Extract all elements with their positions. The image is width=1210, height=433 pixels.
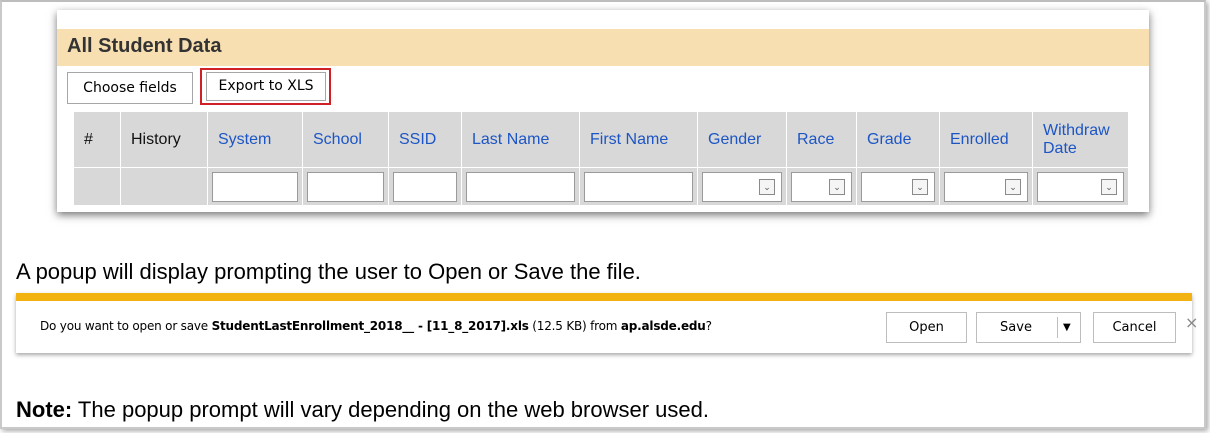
note-body: The popup prompt will vary depending on … <box>72 397 709 422</box>
download-file-name: StudentLastEnrollment_2018__ - [11_8_201… <box>211 319 529 333</box>
column-header-ssid[interactable]: SSID <box>388 111 462 168</box>
system-filter-input[interactable] <box>212 171 298 202</box>
filter-cell <box>388 167 462 206</box>
column-header-enrolled[interactable]: Enrolled <box>939 111 1033 168</box>
school-filter-input[interactable] <box>307 171 384 202</box>
table-header-row: # History System School SSID Last Name F… <box>73 111 1129 168</box>
filter-cell: ⌄ <box>939 167 1033 206</box>
filter-cell-empty <box>120 167 208 206</box>
table-filter-row: ⌄ ⌄ ⌄ ⌄ ⌄ <box>73 167 1129 206</box>
grade-filter-select[interactable]: ⌄ <box>861 171 935 202</box>
save-button-label: Save <box>1000 320 1032 335</box>
choose-fields-button[interactable]: Choose fields <box>67 72 193 104</box>
column-header-first-name[interactable]: First Name <box>579 111 698 168</box>
gender-filter-select[interactable]: ⌄ <box>702 171 782 202</box>
column-header-history: History <box>120 111 208 168</box>
note-label: Note: <box>16 397 73 422</box>
ssid-filter-input[interactable] <box>393 171 457 202</box>
download-file-size: (12.5 KB) from <box>528 319 621 333</box>
column-header-gender[interactable]: Gender <box>697 111 787 168</box>
download-prompt: Do you want to open or save StudentLastE… <box>40 319 712 333</box>
export-xls-button[interactable]: Export to XLS <box>206 72 326 101</box>
filter-cell: ⌄ <box>1032 167 1129 206</box>
chevron-down-icon: ⌄ <box>1101 178 1117 195</box>
column-header-race[interactable]: Race <box>786 111 857 168</box>
filter-cell <box>207 167 303 206</box>
filter-cell: ⌄ <box>856 167 940 206</box>
chevron-down-icon: ⌄ <box>759 178 775 195</box>
cancel-button[interactable]: Cancel <box>1093 312 1176 343</box>
export-xls-highlight: Export to XLS <box>200 68 331 105</box>
filter-cell <box>302 167 389 206</box>
column-header-system[interactable]: System <box>207 111 303 168</box>
chevron-down-icon: ⌄ <box>829 178 845 195</box>
student-data-table: # History System School SSID Last Name F… <box>73 111 1129 206</box>
prompt-suffix: ? <box>705 319 712 333</box>
notification-accent-strip <box>16 293 1192 301</box>
open-button[interactable]: Open <box>886 312 967 343</box>
filter-cell-empty <box>73 167 121 206</box>
first-name-filter-input[interactable] <box>584 171 693 202</box>
race-filter-select[interactable]: ⌄ <box>791 171 852 202</box>
filter-cell <box>579 167 698 206</box>
chevron-down-icon: ⌄ <box>1005 178 1021 195</box>
column-header-school[interactable]: School <box>302 111 389 168</box>
prompt-prefix: Do you want to open or save <box>40 319 212 333</box>
last-name-filter-input[interactable] <box>466 171 575 202</box>
close-icon[interactable]: × <box>1185 313 1198 332</box>
chevron-down-icon: ⌄ <box>912 178 928 195</box>
column-header-number: # <box>73 111 121 168</box>
filter-cell: ⌄ <box>697 167 787 206</box>
column-header-grade[interactable]: Grade <box>856 111 940 168</box>
note-text: Note: The popup prompt will vary dependi… <box>16 397 709 423</box>
save-split-divider <box>1057 317 1058 338</box>
instruction-text: A popup will display prompting the user … <box>16 259 641 284</box>
column-header-last-name[interactable]: Last Name <box>461 111 580 168</box>
download-notification-bar: Do you want to open or save StudentLastE… <box>16 293 1198 353</box>
save-button[interactable]: Save ▼ <box>976 312 1081 343</box>
panel-title: All Student Data <box>67 35 222 57</box>
column-header-withdraw-date[interactable]: Withdraw Date <box>1032 111 1129 168</box>
panel-title-bar: All Student Data <box>57 29 1149 66</box>
download-host: ap.alsde.edu <box>620 319 706 333</box>
enrolled-filter-select[interactable]: ⌄ <box>944 171 1028 202</box>
filter-cell: ⌄ <box>786 167 857 206</box>
filter-cell <box>461 167 580 206</box>
caret-down-icon[interactable]: ▼ <box>1063 313 1071 342</box>
withdraw-date-filter-select[interactable]: ⌄ <box>1037 171 1124 202</box>
student-data-panel: All Student Data Choose fields Export to… <box>57 10 1149 212</box>
